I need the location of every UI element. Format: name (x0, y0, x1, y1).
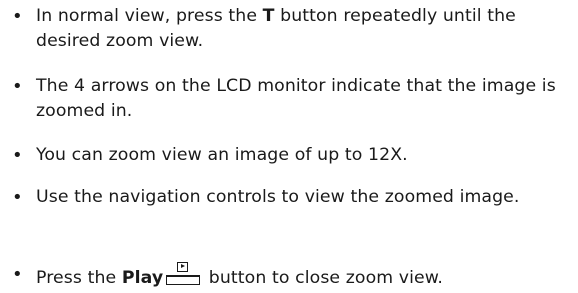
t-key-label: T (262, 6, 275, 26)
bullet: • (12, 76, 23, 97)
instruction-text-after: button to close zoom view. (203, 268, 443, 288)
instruction-close-zoom: • Press the Play button to close zoom vi… (10, 262, 578, 291)
instruction-text: The 4 arrows on the LCD monitor indicate… (36, 76, 556, 121)
zoom-view-instructions: • In normal view, press the T button rep… (0, 0, 578, 293)
bullet: • (12, 145, 23, 166)
bullet: • (12, 264, 23, 285)
instruction-zoom-in: • In normal view, press the T button rep… (10, 4, 578, 54)
instruction-text-before: In normal view, press the (36, 6, 263, 26)
instruction-text: In normal view, press the T button repea… (36, 4, 578, 54)
instruction-navigation: • Use the navigation controls to view th… (10, 185, 578, 210)
instruction-lcd-arrows: • The 4 arrows on the LCD monitor indica… (10, 74, 578, 124)
bullet: • (12, 187, 23, 208)
play-key-label: Play (121, 268, 164, 288)
instruction-text: Press the Play button to close zoom view… (36, 262, 578, 291)
instruction-text-before: Press the (36, 268, 122, 288)
bullet: • (12, 6, 23, 27)
play-button-icon (166, 262, 201, 288)
instruction-text: You can zoom view an image of up to 12X. (36, 145, 408, 165)
instruction-text: Use the navigation controls to view the … (36, 187, 520, 207)
instruction-max-zoom: • You can zoom view an image of up to 12… (10, 143, 578, 168)
